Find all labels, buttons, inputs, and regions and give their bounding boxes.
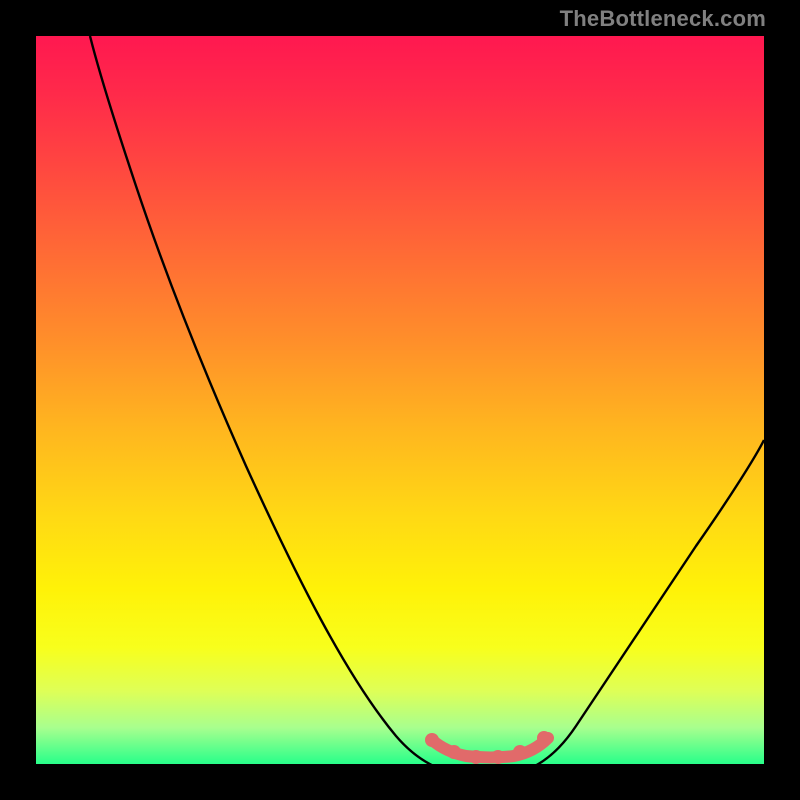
plateau-dot [537,731,551,745]
plateau-dot [425,733,439,747]
plateau-dot [491,750,505,764]
plot-area [36,36,764,764]
chart-container: TheBottleneck.com [0,0,800,800]
plateau-dot [513,745,527,759]
chart-svg [36,36,764,764]
watermark-text: TheBottleneck.com [560,6,766,32]
plateau-dot [469,750,483,764]
optimal-plateau-highlight [425,731,551,764]
plateau-dot [447,745,461,759]
bottleneck-curve [90,36,764,764]
